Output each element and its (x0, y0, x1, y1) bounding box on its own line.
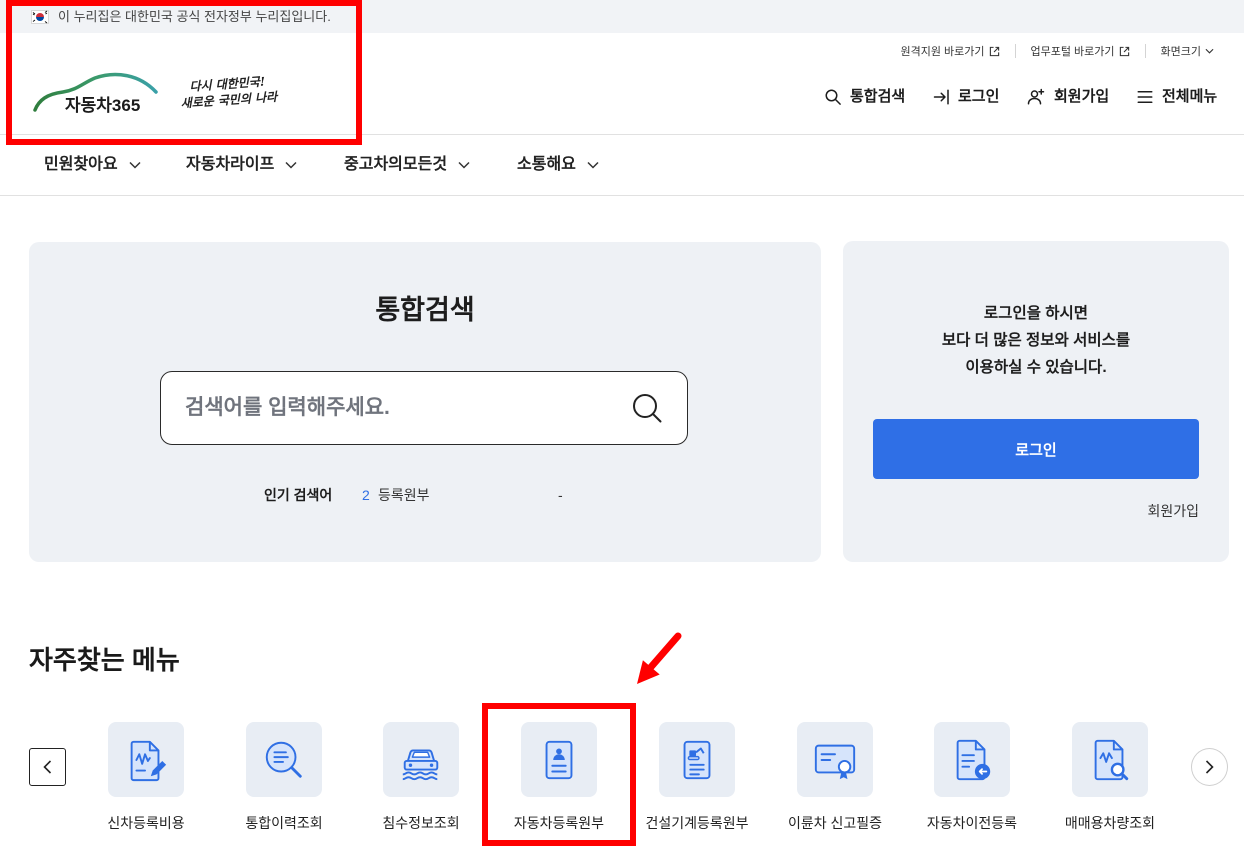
menu-tile (797, 722, 873, 797)
frequent-menu-title: 자주찾는 메뉴 (29, 645, 180, 675)
login-message-line: 이용하실 수 있습니다. (965, 359, 1107, 376)
header-login-label: 로그인 (958, 88, 1000, 105)
frequent-menu-item[interactable]: 건설기계등록원부 (628, 722, 766, 832)
login-message-line: 보다 더 많은 정보와 서비스를 (941, 332, 1131, 349)
chevron-left-icon (43, 760, 52, 774)
main-nav-item[interactable]: 민원찾아요 (44, 153, 141, 177)
frequent-menu-item[interactable]: 자동차이전등록 (903, 722, 1041, 832)
work-portal-link[interactable]: 업무포털 바로가기 (1031, 43, 1130, 59)
page: 이 누리집은 대한민국 공식 전자정부 누리집입니다. 원격지원 바로가기 업무… (0, 0, 1244, 862)
annotation-arrow-icon (637, 632, 682, 684)
external-link-icon (989, 46, 999, 56)
carousel-next-button[interactable] (1191, 748, 1228, 786)
main-nav-item[interactable]: 자동차라이프 (186, 153, 297, 177)
work-portal-label: 업무포털 바로가기 (1030, 46, 1115, 58)
login-message: 로그인을 하시면 보다 더 많은 정보와 서비스를 이용하실 수 있습니다. (843, 300, 1229, 381)
document-search-icon (1094, 739, 1129, 780)
search-icon[interactable] (631, 392, 663, 424)
transfer-document-icon (956, 739, 991, 780)
menu-tile (521, 722, 597, 797)
menu-tile (934, 722, 1010, 797)
header-all-menu-label: 전체메뉴 (1162, 88, 1218, 105)
frequent-menu-item[interactable]: 매매용차량조회 (1041, 722, 1179, 832)
menu-item-label: 자동차등록원부 (513, 815, 605, 831)
login-message-line: 로그인을 하시면 (983, 305, 1089, 322)
slogan-logo: 다시 대한민국! 새로운 국민의 나라 (179, 73, 281, 112)
frequent-menu-item[interactable]: 이륜차 신고필증 (766, 722, 904, 832)
certificate-icon (814, 744, 856, 779)
header-divider (0, 134, 1244, 135)
frequent-menu-item[interactable]: 통합이력조회 (215, 722, 353, 832)
chevron-down-icon (1205, 48, 1214, 54)
popular-search-keyword[interactable]: 등록원부 (378, 486, 430, 504)
separator (1144, 44, 1146, 58)
menu-item-label: 매매용차량조회 (1064, 815, 1156, 831)
frequent-menu-item[interactable]: 침수정보조회 (352, 722, 490, 832)
search-input[interactable] (161, 372, 601, 444)
main-nav-label: 자동차라이프 (186, 156, 275, 173)
screen-size-label: 화면크기 (1160, 46, 1201, 58)
search-box (160, 371, 688, 445)
utility-links: 원격지원 바로가기 업무포털 바로가기 화면크기 (900, 42, 1214, 60)
menu-item-label: 통합이력조회 (245, 815, 323, 831)
separator (1014, 44, 1016, 58)
remote-support-link[interactable]: 원격지원 바로가기 (900, 43, 999, 59)
menu-tile (246, 722, 322, 797)
menu-tile (383, 722, 459, 797)
main-nav-item[interactable]: 소통해요 (517, 153, 599, 177)
construction-document-icon (683, 740, 711, 779)
screen-size-dropdown[interactable]: 화면크기 (1161, 43, 1214, 59)
search-icon (825, 89, 841, 105)
main-nav-label: 중고차의모든것 (344, 156, 448, 173)
korea-flag-icon (31, 10, 49, 24)
frequent-menu-item[interactable]: 신차등록비용 (77, 722, 215, 832)
menu-tile (1072, 722, 1148, 797)
external-link-icon (1119, 46, 1129, 56)
menu-tile (108, 722, 184, 797)
chevron-down-icon (129, 161, 141, 169)
frequent-menu-item[interactable]: 자동차등록원부 (490, 722, 628, 832)
popular-search-rank: 2 (362, 487, 370, 503)
signup-link[interactable]: 회원가입 (1147, 502, 1199, 520)
menu-item-label: 신차등록비용 (107, 815, 185, 831)
header-search-label: 통합검색 (850, 88, 906, 105)
header-signup-label: 회원가입 (1054, 88, 1110, 105)
registration-document-icon (545, 740, 573, 779)
chevron-down-icon (285, 161, 297, 169)
search-panel-title: 통합검색 (375, 295, 475, 325)
login-panel: 로그인을 하시면 보다 더 많은 정보와 서비스를 이용하실 수 있습니다. 로… (843, 241, 1229, 562)
main-nav-label: 민원찾아요 (44, 156, 118, 173)
gov-banner-text: 이 누리집은 대한민국 공식 전자정부 누리집입니다. (58, 9, 331, 24)
flooded-car-icon (402, 748, 439, 780)
popular-search-placeholder: - (558, 487, 563, 503)
login-icon (933, 89, 949, 105)
menu-tile (659, 722, 735, 797)
main-nav-label: 소통해요 (517, 156, 576, 173)
main-nav-item[interactable]: 중고차의모든것 (344, 153, 470, 177)
chevron-right-icon (1205, 760, 1214, 774)
menu-item-label: 침수정보조회 (382, 815, 460, 831)
menu-item-label: 이륜차 신고필증 (787, 815, 883, 831)
login-button[interactable]: 로그인 (873, 419, 1199, 479)
search-panel: 통합검색 인기 검색어 2 등록원부 - (29, 242, 821, 562)
nav-divider (0, 195, 1244, 196)
menu-item-label: 자동차이전등록 (926, 815, 1018, 831)
user-plus-icon (1027, 88, 1045, 105)
menu-item-label: 건설기계등록원부 (645, 815, 749, 831)
remote-support-label: 원격지원 바로가기 (900, 46, 985, 58)
document-pen-icon (130, 740, 167, 781)
carousel-prev-button[interactable] (29, 748, 66, 786)
chevron-down-icon (587, 161, 599, 169)
popular-search-label: 인기 검색어 (264, 487, 333, 503)
history-search-icon (265, 741, 302, 778)
gov-banner: 이 누리집은 대한민국 공식 전자정부 누리집입니다. (0, 0, 1244, 33)
logo-brand-text: 자동차365 (65, 96, 141, 115)
menu-icon (1137, 91, 1153, 103)
chevron-down-icon (458, 161, 470, 169)
